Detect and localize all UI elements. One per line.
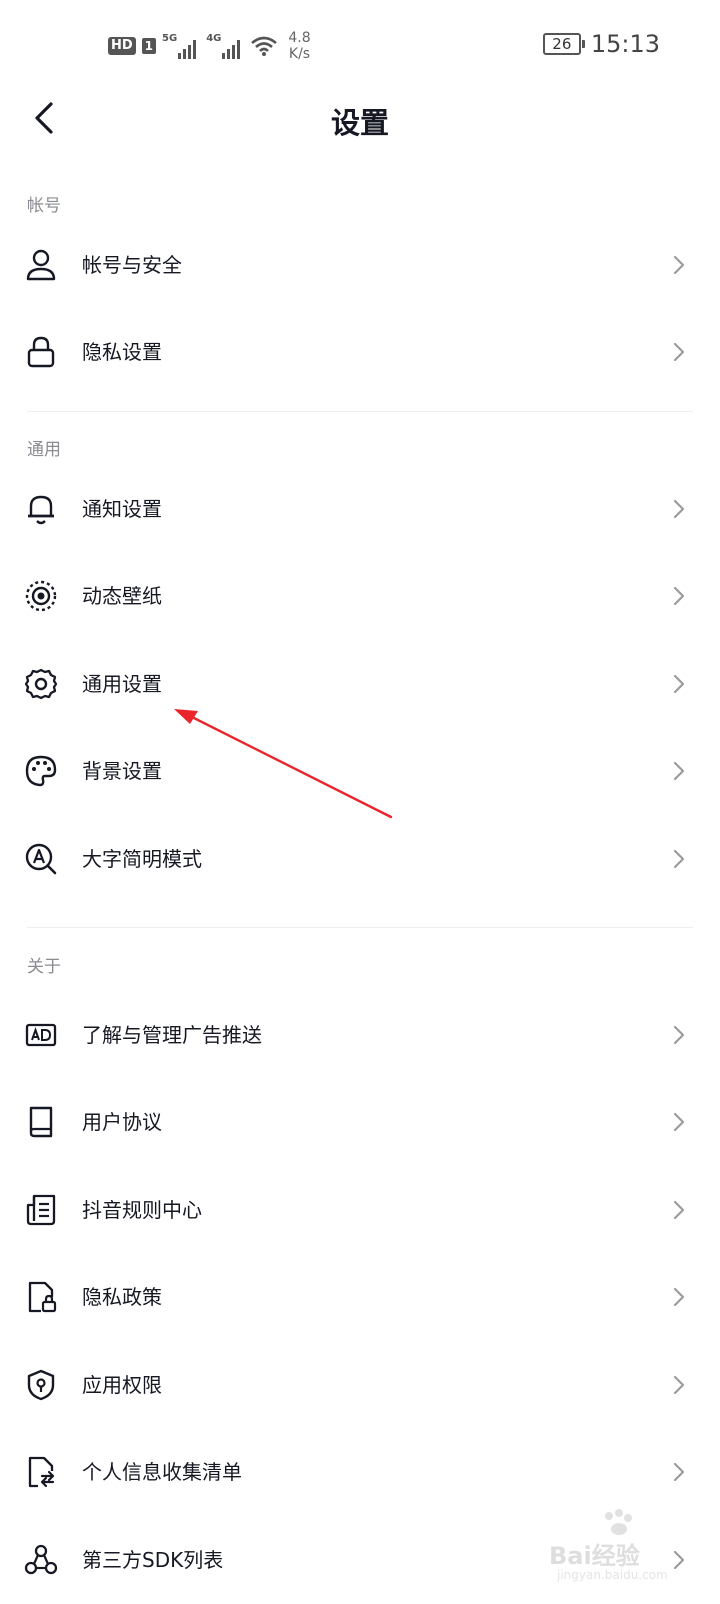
sim-badge: 1 [141,38,157,54]
watermark-text: Bai经验 [549,1542,640,1570]
status-right: 26 15:13 [542,30,660,58]
menu-item-user-agreement[interactable]: 用户协议 [0,1078,720,1166]
menu-item-label: 个人信息收集清单 [82,1460,242,1484]
chevron-right-icon [673,342,685,362]
section-header-about: 关于 [27,957,61,977]
menu-item-large-text-mode[interactable]: 大字简明模式 [0,815,720,903]
menu-item-label: 帐号与安全 [82,253,182,277]
net-type-4g: 4G [206,33,222,44]
menu-item-notification-settings[interactable]: 通知设置 [0,465,720,553]
chevron-right-icon [673,1112,685,1132]
baidu-jingyan-watermark: Bai经验 jingyan.baidu.com [549,1508,699,1600]
chevron-right-icon [673,1462,685,1482]
net-type-5g: 5G [162,33,178,44]
large-text-icon [25,843,57,875]
menu-item-live-wallpaper[interactable]: 动态壁纸 [0,552,720,640]
chevron-right-icon [673,1375,685,1395]
lock-icon [27,336,55,368]
menu-item-label: 了解与管理广告推送 [82,1023,262,1047]
chevron-right-icon [673,1200,685,1220]
nav-bar: 设置 [0,92,720,148]
signal-icon [178,40,197,59]
menu-item-label: 通用设置 [82,672,162,696]
signal-5g: 5G [162,33,200,59]
page-title: 设置 [330,106,389,140]
gear-icon [24,668,58,700]
menu-item-label: 通知设置 [82,497,162,521]
chevron-right-icon [673,499,685,519]
signal-icon [222,40,241,59]
rules-document-icon [26,1194,56,1226]
menu-item-app-permissions[interactable]: 应用权限 [0,1341,720,1429]
signal-4g: 4G [206,33,244,59]
status-bar: HD 1 5G 4G 4.8 K/s 26 15:13 [0,0,720,92]
chevron-right-icon [673,255,685,275]
menu-item-douyin-rules-center[interactable]: 抖音规则中心 [0,1166,720,1254]
chevron-right-icon [673,674,685,694]
bell-icon [28,495,54,525]
sdk-network-icon [24,1544,58,1575]
menu-item-account-security[interactable]: 帐号与安全 [0,221,720,309]
chevron-right-icon [673,586,685,606]
menu-item-general-settings[interactable]: 通用设置 [0,640,720,728]
section-header-general: 通用 [27,440,61,460]
menu-item-ad-management[interactable]: 了解与管理广告推送 [0,991,720,1079]
menu-item-privacy-policy[interactable]: 隐私政策 [0,1253,720,1341]
status-left: HD 1 5G 4G 4.8 K/s [108,26,311,66]
menu-item-label: 第三方SDK列表 [82,1548,224,1572]
privacy-document-icon [28,1281,57,1313]
menu-item-label: 动态壁纸 [82,584,162,608]
ad-icon [25,1023,57,1047]
section-divider [27,411,693,412]
speed-unit: K/s [288,46,311,62]
clock: 15:13 [590,30,660,58]
wifi-icon [251,36,278,56]
chevron-right-icon [673,1025,685,1045]
paw-logo-icon [605,1509,632,1535]
menu-item-privacy-settings[interactable]: 隐私设置 [0,308,720,396]
menu-item-label: 大字简明模式 [82,847,202,871]
menu-item-label: 抖音规则中心 [82,1198,202,1222]
chevron-right-icon [673,849,685,869]
menu-item-personal-info-list[interactable]: 个人信息收集清单 [0,1428,720,1516]
menu-item-background-settings[interactable]: 背景设置 [0,727,720,815]
menu-item-label: 隐私政策 [82,1285,162,1309]
section-divider [27,927,693,928]
chevron-right-icon [673,761,685,781]
menu-item-label: 背景设置 [82,759,162,783]
menu-item-label: 用户协议 [82,1110,162,1134]
hd-badge: HD [108,37,136,55]
menu-item-label: 应用权限 [82,1373,162,1397]
section-header-account: 帐号 [27,196,61,216]
menu-item-label: 隐私设置 [82,340,162,364]
speed-value: 4.8 [288,30,311,46]
book-icon [29,1106,53,1138]
personal-info-icon [28,1456,55,1488]
chevron-right-icon [673,1287,685,1307]
watermark-url: jingyan.baidu.com [557,1568,668,1582]
live-wallpaper-icon [25,580,57,612]
palette-icon [25,755,57,787]
user-icon [26,249,56,281]
shield-icon [27,1369,55,1401]
network-speed: 4.8 K/s [288,30,310,62]
battery-icon: 26 [542,33,585,55]
